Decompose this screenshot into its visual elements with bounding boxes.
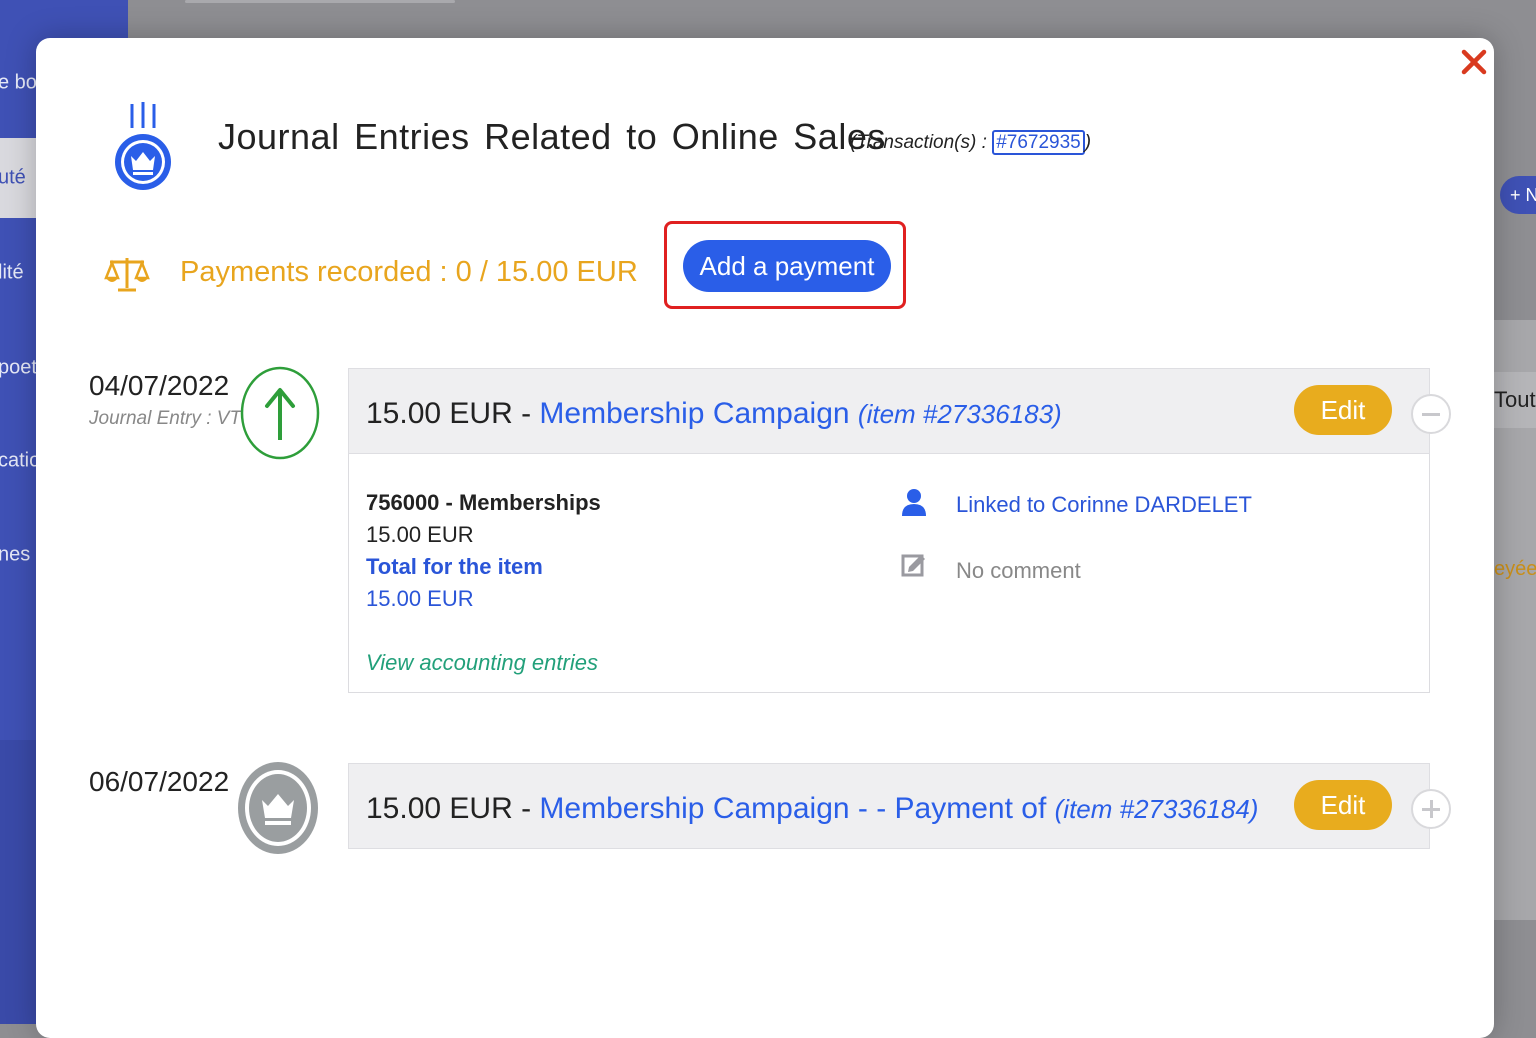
background-tab-all[interactable]: Tout bbox=[1494, 372, 1536, 428]
entry-header: 15.00 EUR - Membership Campaign - - Paym… bbox=[348, 763, 1430, 849]
entry-date: 06/07/2022 bbox=[89, 766, 230, 797]
membership-crown-icon bbox=[238, 762, 318, 854]
background-new-button[interactable]: + N bbox=[1500, 176, 1536, 214]
total-label: Total for the item bbox=[366, 554, 543, 579]
entry-summary: 15.00 EUR - Membership Campaign - - Paym… bbox=[366, 792, 1259, 825]
background-top-bar bbox=[185, 0, 455, 3]
balance-scale-icon bbox=[104, 258, 150, 292]
total-amount: 15.00 EUR bbox=[366, 586, 474, 611]
item-number: (item #27336183) bbox=[857, 399, 1062, 429]
account-label: 756000 - Memberships bbox=[366, 490, 601, 515]
close-icon[interactable] bbox=[1460, 48, 1488, 76]
arrow-up-icon bbox=[240, 366, 320, 460]
entry-date: 04/07/2022 bbox=[89, 370, 230, 401]
background-status-note: eyée. bbox=[1494, 558, 1536, 580]
edit-button[interactable]: Edit bbox=[1294, 780, 1392, 830]
entry-details: 756000 - Memberships 15.00 EUR Total for… bbox=[348, 454, 1430, 693]
membership-medal-icon bbox=[115, 102, 171, 190]
transaction-reference: (Transaction(s) : #7672935) bbox=[850, 130, 1092, 155]
person-icon bbox=[902, 489, 926, 516]
view-accounting-entries-link[interactable]: View accounting entries bbox=[366, 650, 598, 676]
account-amount: 15.00 EUR bbox=[366, 522, 474, 547]
entry-header: 15.00 EUR - Membership Campaign (item #2… bbox=[348, 368, 1430, 454]
modal-title: Journal Entries Related to Online Sales bbox=[218, 116, 886, 157]
linked-contact-link[interactable]: Linked to Corinne DARDELET bbox=[956, 492, 1252, 518]
journal-entry-label: Journal Entry : VT bbox=[89, 408, 242, 429]
collapse-icon[interactable] bbox=[1411, 394, 1451, 434]
expand-icon[interactable] bbox=[1411, 789, 1451, 829]
campaign-link[interactable]: Membership Campaign - - Payment of bbox=[539, 792, 1046, 825]
add-payment-button[interactable]: Add a payment bbox=[683, 240, 891, 292]
edit-button[interactable]: Edit bbox=[1294, 385, 1392, 435]
payments-recorded-status: Payments recorded : 0 / 15.00 EUR bbox=[180, 256, 638, 288]
transaction-link[interactable]: #7672935 bbox=[992, 130, 1085, 155]
comment-text: No comment bbox=[956, 558, 1081, 583]
edit-comment-icon bbox=[901, 554, 925, 577]
entry-summary: 15.00 EUR - Membership Campaign (item #2… bbox=[366, 397, 1062, 430]
campaign-link[interactable]: Membership Campaign bbox=[539, 397, 849, 430]
item-number: (item #27336184) bbox=[1054, 794, 1259, 824]
